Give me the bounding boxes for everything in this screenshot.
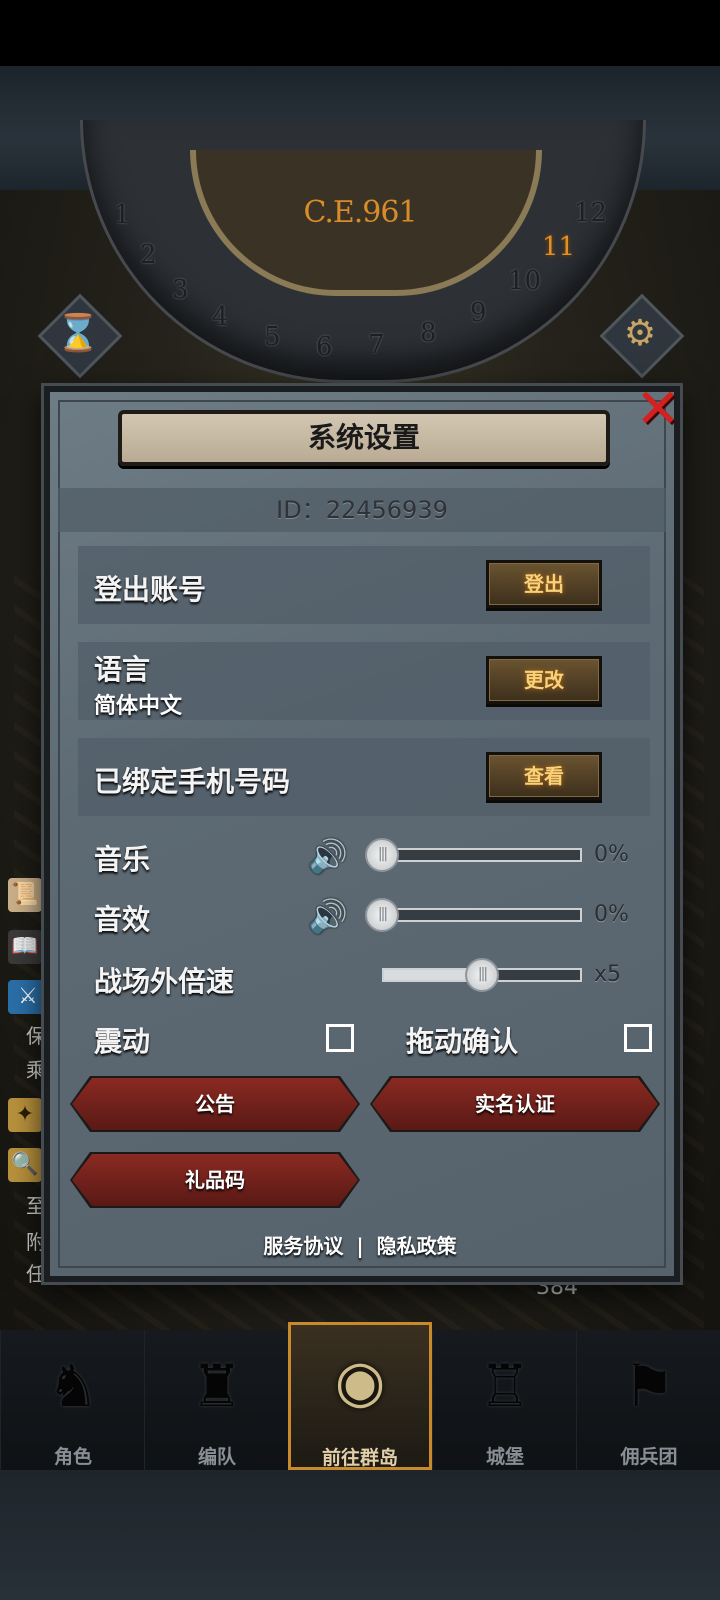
calendar-number: 9 xyxy=(470,298,487,328)
sfx-value: 0% xyxy=(594,902,629,927)
book-icon[interactable]: 📖 xyxy=(8,930,42,964)
speed-slider-knob[interactable]: ||| xyxy=(465,958,499,992)
sfx-label: 音效 xyxy=(94,903,151,936)
dialog-title: 系统设置 xyxy=(118,410,610,466)
privacy-policy-link[interactable]: 隐私政策 xyxy=(377,1234,457,1258)
phone-label: 已绑定手机号码 xyxy=(94,765,291,798)
bottom-nav: ♞ 角色 ♜ 编队 ◉ 前往群岛 ♖ 城堡 ⚑ 佣兵团 xyxy=(0,1322,720,1470)
speaker-icon[interactable]: 🔊 xyxy=(308,898,352,934)
compass-icon[interactable]: ✦ xyxy=(8,1098,42,1132)
nav-label: 角色 xyxy=(53,1446,92,1468)
logout-button[interactable]: 登出 xyxy=(486,560,602,608)
calendar-number: 10 xyxy=(508,266,542,296)
nav-tab-castle[interactable]: ♖ 城堡 xyxy=(432,1330,577,1470)
language-label: 语言 xyxy=(94,653,151,686)
music-value: 0% xyxy=(594,842,629,867)
sfx-slider-knob[interactable]: ||| xyxy=(365,898,399,932)
calendar-year: C.E.961 xyxy=(303,195,417,230)
speaker-icon[interactable]: 🔊 xyxy=(308,838,352,874)
nav-label: 城堡 xyxy=(485,1446,524,1468)
footer-links: 服务协议 | 隐私政策 xyxy=(0,1230,720,1259)
calendar-number: 3 xyxy=(172,275,189,305)
view-phone-button[interactable]: 查看 xyxy=(486,752,602,800)
calendar-number: 5 xyxy=(264,322,281,352)
drag-confirm-checkbox[interactable] xyxy=(624,1024,652,1052)
music-slider-knob[interactable]: ||| xyxy=(365,838,399,872)
speed-label: 战场外倍速 xyxy=(94,965,235,998)
calendar-number: 4 xyxy=(212,302,229,332)
calendar-number: 6 xyxy=(316,332,333,362)
vibration-label: 震动 xyxy=(94,1025,151,1058)
gift-code-button[interactable]: 礼品码 xyxy=(72,1154,358,1206)
scroll-icon[interactable]: 📜 xyxy=(8,878,42,912)
drag-confirm-label: 拖动确认 xyxy=(406,1025,519,1058)
nav-tab-islands[interactable]: ◉ 前往群岛 xyxy=(288,1322,432,1470)
music-slider[interactable] xyxy=(382,848,582,862)
status-bar-area xyxy=(0,0,720,66)
nav-label: 佣兵团 xyxy=(620,1446,678,1468)
nav-tab-character[interactable]: ♞ 角色 xyxy=(0,1330,145,1470)
calendar-number: 12 xyxy=(574,198,608,228)
nav-tab-formation[interactable]: ♜ 编队 xyxy=(144,1330,289,1470)
nav-label: 编队 xyxy=(197,1446,236,1468)
castle-icon: ♖ xyxy=(479,1352,531,1420)
swords-icon[interactable]: ⚔ xyxy=(8,980,48,1014)
calendar-number: 1 xyxy=(114,200,131,230)
calendar-number: 8 xyxy=(420,318,437,348)
close-icon[interactable]: ✕ xyxy=(632,382,684,436)
banner-icon: ⚑ xyxy=(623,1352,675,1420)
vibration-checkbox[interactable] xyxy=(326,1024,354,1052)
logout-label: 登出账号 xyxy=(94,573,207,606)
calendar-number: 2 xyxy=(140,240,157,270)
party-icon: ♜ xyxy=(191,1352,243,1420)
side-label: 至 xyxy=(26,1194,46,1218)
nav-label: 前往群岛 xyxy=(321,1447,398,1469)
music-label: 音乐 xyxy=(94,843,151,876)
realname-auth-button[interactable]: 实名认证 xyxy=(372,1078,658,1130)
side-label: 乘 xyxy=(26,1058,46,1082)
notice-button[interactable]: 公告 xyxy=(72,1078,358,1130)
player-id: ID：22456939 xyxy=(58,488,666,532)
magnifier-icon[interactable]: 🔍 xyxy=(8,1148,42,1182)
service-agreement-link[interactable]: 服务协议 xyxy=(263,1234,343,1258)
speed-value: x5 xyxy=(594,962,622,987)
globe-icon: ◉ xyxy=(334,1347,386,1415)
calendar-number: 7 xyxy=(368,330,385,360)
knight-icon: ♞ xyxy=(47,1352,99,1420)
sfx-slider[interactable] xyxy=(382,908,582,922)
hourglass-icon: ⌛ xyxy=(55,313,101,354)
language-value: 简体中文 xyxy=(94,694,183,719)
change-language-button[interactable]: 更改 xyxy=(486,656,602,704)
footer-separator: | xyxy=(356,1234,364,1258)
side-label: 任 xyxy=(26,1262,46,1286)
gear-icon: ⚙ xyxy=(623,313,657,354)
side-label: 保 xyxy=(26,1024,46,1048)
nav-tab-mercenary[interactable]: ⚑ 佣兵团 xyxy=(576,1330,720,1470)
bottom-floor xyxy=(0,1470,720,1600)
calendar-number-current: 11 xyxy=(542,232,576,262)
